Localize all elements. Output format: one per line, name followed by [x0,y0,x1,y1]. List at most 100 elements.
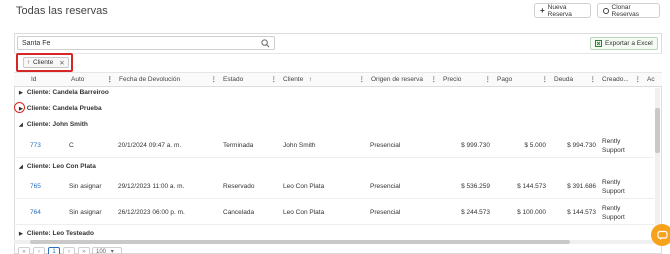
column-menu-icon[interactable]: ⋮ [590,73,597,87]
column-header-label: Deuda [554,76,574,83]
group-chip-cliente[interactable]: ↑ Cliente ✕ [23,57,69,68]
grouping-panel [14,53,662,73]
group-row-candela-barreiroo[interactable]: ▶ Cliente: Candela Barreiroo [19,89,109,96]
column-menu-icon[interactable]: ⋮ [431,73,438,87]
page-size-select[interactable]: 100 ▾ [92,247,122,254]
last-page-button[interactable]: » [78,247,90,254]
cell-id[interactable]: 773 [30,134,41,158]
excel-icon [595,40,602,47]
clone-reservations-label: Clonar Reservas [611,3,639,18]
cell-id[interactable]: 765 [30,175,41,199]
column-menu-icon[interactable]: ⋮ [542,73,549,87]
caret-right-icon[interactable]: ▶ [19,231,23,237]
column-menu-icon[interactable]: ⋮ [635,73,642,87]
column-header-fecha[interactable]: Fecha de Devolución ⋮ [116,73,220,87]
creado-line1: Rently [602,179,621,186]
table-row[interactable]: 765 Sin asignar 29/12/2023 11:00 a. m. R… [14,175,654,199]
plus-icon: + [540,6,545,15]
cell-creado: Rently Support [602,178,642,196]
first-page-button[interactable]: « [18,247,30,254]
column-header-estado[interactable]: Estado ⋮ [220,73,280,87]
column-menu-icon[interactable]: ⋮ [485,73,492,87]
search-input[interactable] [22,38,252,49]
table-row[interactable]: 773 C 20/1/2024 09:47 a. m. Terminada Jo… [14,134,654,158]
column-header-label: Fecha de Devolución [119,76,181,83]
column-header-label: Id [31,76,37,83]
group-label: Cliente: John Smith [26,121,88,128]
column-header-acciones[interactable]: Ac [644,73,662,87]
prev-page-button[interactable]: ‹ [33,247,45,254]
column-header-label: Precio [443,76,462,83]
cell-creado: Rently Support [602,204,642,222]
column-menu-icon[interactable]: ⋮ [107,73,114,87]
caret-right-icon[interactable]: ▶ [19,106,23,112]
export-excel-button[interactable]: Exportar a Excel [590,37,658,50]
cell-cliente: Leo Con Plata [283,209,325,216]
creado-line1: Rently [602,205,621,212]
pagination: « ‹ 1 › » [18,247,90,254]
copy-icon [603,7,609,14]
chat-support-button[interactable] [651,224,670,246]
column-menu-icon[interactable]: ⋮ [271,73,278,87]
new-reservation-label: Nueva Reserva [547,3,572,18]
caret-down-icon[interactable]: ◢ [19,164,23,170]
column-menu-icon[interactable]: ⋮ [359,73,366,87]
current-page-button[interactable]: 1 [48,247,60,254]
cell-estado: Cancelada [223,209,255,216]
cell-pago: $ 5.000 [524,142,546,149]
cell-precio: $ 244.573 [461,209,490,216]
column-header-auto[interactable]: Auto ⋮ [68,73,116,87]
sort-up-icon: ↑ [309,76,313,83]
chat-icon [656,230,668,240]
column-header-label: Auto [71,76,85,83]
page-size-value: 100 [96,249,107,254]
horizontal-scrollbar-thumb[interactable] [30,240,570,244]
grid-header: Id ⋮ Auto ⋮ Fecha de Devolución ⋮ Estado ⋮ C… [14,73,662,87]
sort-arrow-icon: ↑ [27,59,30,66]
group-label: Cliente: Candela Barreiroo [26,89,109,96]
cell-pago: $ 100.000 [517,209,546,216]
cell-deuda: $ 994.730 [567,142,596,149]
chevron-down-icon: ▾ [110,249,114,254]
column-header-cliente[interactable]: Cliente ↑ ⋮ [280,73,368,87]
caret-right-icon[interactable]: ▶ [19,90,23,96]
cell-id[interactable]: 764 [30,201,41,225]
cell-origen: Presencial [370,142,401,149]
group-row-john-smith[interactable]: ◢ Cliente: John Smith [19,121,88,128]
column-header-origen[interactable]: Origen de reserva ⋮ [368,73,440,87]
clone-reservations-button[interactable]: Clonar Reservas [597,3,660,18]
group-chip-label: Cliente [33,59,54,66]
search-icon[interactable] [261,39,270,48]
cell-cliente: John Smith [283,142,316,149]
cell-auto: Sin asignar [69,209,102,216]
cell-fecha: 29/12/2023 11:00 a. m. [118,183,185,190]
table-row[interactable]: 764 Sin asignar 26/12/2023 06:00 p. m. C… [14,201,654,225]
cell-origen: Presencial [370,209,401,216]
column-header-pago[interactable]: Pago ⋮ [494,73,551,87]
column-header-label: Estado [223,76,244,83]
new-reservation-button[interactable]: + Nueva Reserva [534,3,591,18]
group-row-leo-con-plata[interactable]: ◢ Cliente: Leo Con Plata [19,163,96,170]
page-title: Todas las reservas [16,5,108,17]
cell-creado: Rently Support [602,137,642,155]
creado-line1: Rently [602,138,621,145]
creado-line2: Support [602,147,625,154]
column-header-deuda[interactable]: Deuda ⋮ [551,73,599,87]
column-header-label: Origen de reserva [371,76,424,83]
vertical-scrollbar-thumb[interactable] [655,108,660,153]
cell-estado: Terminada [223,142,254,149]
cell-deuda: $ 391.686 [567,183,596,190]
group-row-candela-prueba[interactable]: ▶ Cliente: Candela Prueba [19,105,102,112]
group-row-leo-testeado[interactable]: ▶ Cliente: Leo Testeado [19,230,94,237]
cell-precio: $ 999.730 [461,142,490,149]
caret-down-icon[interactable]: ◢ [19,122,23,128]
search-box[interactable] [17,36,275,50]
cell-deuda: $ 144.573 [567,209,596,216]
column-menu-icon[interactable]: ⋮ [211,73,218,87]
group-label: Cliente: Leo Con Plata [26,163,96,170]
column-header-creado[interactable]: Creado... ⋮ [599,73,644,87]
column-header-precio[interactable]: Precio ⋮ [440,73,494,87]
next-page-button[interactable]: › [63,247,75,254]
close-icon[interactable]: ✕ [59,59,64,67]
cell-auto: Sin asignar [69,183,102,190]
